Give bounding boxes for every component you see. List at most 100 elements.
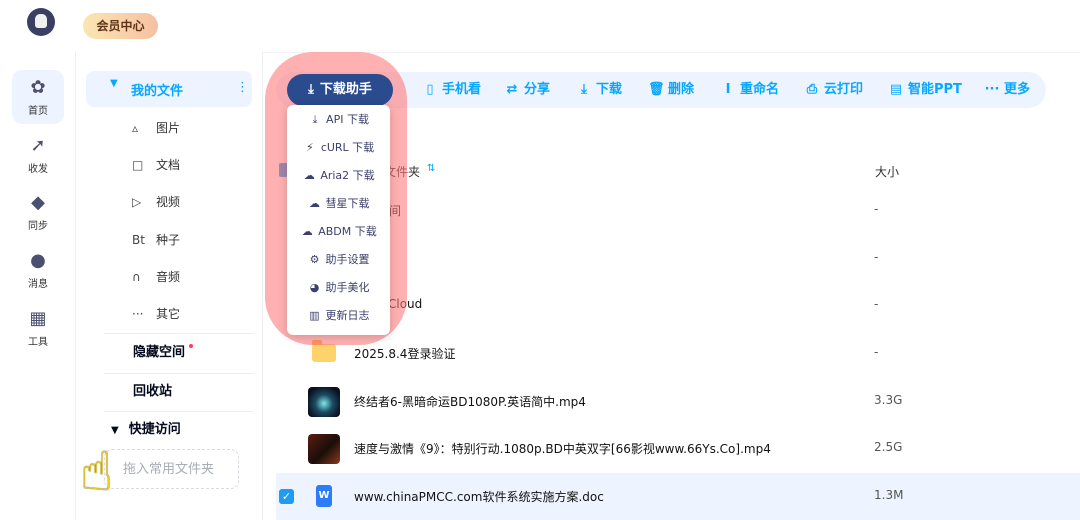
more-icon: ··· [984, 82, 1000, 97]
video-thumbnail [308, 434, 340, 464]
folder-icon [312, 340, 336, 362]
nav-sync[interactable]: ◆ 同步 [12, 185, 64, 239]
nav-tools-label: 工具 [28, 337, 48, 348]
pointer-hand-icon: ☝ [80, 440, 113, 503]
menu-item-changelog[interactable]: ▥ 更新日志 [287, 302, 390, 330]
message-icon: ● [30, 250, 46, 271]
row-checkbox-checked[interactable]: ✓ [279, 489, 294, 504]
image-icon: ▵ [132, 121, 139, 135]
settings-icon: ⚙ [309, 253, 320, 266]
nav-home[interactable]: ✿ 首页 [12, 70, 64, 124]
menu-item-helper-theme[interactable]: ◕ 助手美化 [287, 274, 390, 302]
share-icon: ⇄ [506, 82, 518, 97]
file-size: - [874, 345, 879, 359]
download-icon: ⤓ [581, 82, 587, 97]
file-size: 1.3M [874, 488, 904, 502]
file-size: 2.5G [874, 440, 903, 454]
category-other[interactable]: ··· 其它 [132, 296, 242, 332]
tools-icon: ▦ [29, 308, 47, 329]
top-bar: 会员中心 [0, 0, 1080, 53]
download-icon: ⤓ [312, 113, 318, 126]
download-button[interactable]: ⤓ 下载 [576, 72, 622, 108]
download-helper-button[interactable]: ⤓ 下载助手 [287, 74, 393, 106]
nav-message-label: 消息 [28, 279, 48, 290]
menu-item-api-download[interactable]: ⤓ API 下载 [287, 106, 390, 134]
cloud-download-icon: ☁ [301, 225, 313, 238]
file-size: - [874, 297, 879, 311]
new-dot [189, 344, 194, 348]
rename-button[interactable]: Ⅰ 重命名 [720, 72, 779, 108]
nav-message[interactable]: ● 消息 [12, 243, 64, 297]
download-helper-menu: ⤓ API 下载 ⚡ cURL 下载 ☁ Aria2 下载 ☁ 彗星下载 ☁ ABDM 下… [287, 105, 390, 335]
cloud-print-button[interactable]: ⎙ 云打印 [804, 72, 863, 108]
table-row[interactable]: 终结者6-黑暗命运BD1080P.英语简中.mp4 3.3G [276, 378, 1080, 425]
torrent-icon: Bt [132, 233, 145, 247]
category-audio[interactable]: ∩ 音频 [132, 259, 242, 295]
hidden-space[interactable]: 隐藏空间 [133, 335, 194, 371]
transfer-icon: ➚ [30, 135, 46, 156]
sort-icon[interactable]: ⇅ [427, 163, 435, 174]
menu-item-comet-download[interactable]: ☁ 彗星下载 [287, 190, 390, 218]
share-button[interactable]: ⇄ 分享 [504, 72, 550, 108]
audio-icon: ∩ [132, 270, 141, 284]
file-size: 3.3G [874, 393, 903, 407]
quick-access[interactable]: ▼ 快捷访问 [111, 412, 181, 448]
smart-ppt-button[interactable]: ▤ 智能PPT [888, 72, 962, 108]
table-row-selected[interactable]: ✓ W www.chinaPMCC.com软件系统实施方案.doc 1.3M [276, 473, 1080, 520]
vip-center-button[interactable]: 会员中心 [83, 13, 158, 39]
menu-item-abdm-download[interactable]: ☁ ABDM 下载 [287, 218, 390, 246]
nav-home-label: 首页 [28, 106, 48, 117]
trash-icon: 🗑 [648, 82, 665, 97]
home-icon: ✿ [30, 77, 46, 98]
cloud-download-icon: ☁ [303, 169, 315, 182]
log-icon: ▥ [309, 309, 320, 322]
more-vertical-icon[interactable]: ⋮ [236, 80, 249, 95]
phone-view-button[interactable]: ▯ 手机看 [422, 72, 481, 108]
palette-icon: ◕ [309, 281, 320, 294]
word-doc-icon: W [316, 485, 332, 507]
sync-icon: ◆ [31, 192, 45, 213]
more-button[interactable]: ··· 更多 [984, 72, 1030, 108]
print-icon: ⎙ [806, 82, 818, 97]
phone-icon: ▯ [426, 82, 434, 97]
file-size: - [874, 202, 879, 216]
divider [104, 373, 254, 374]
delete-button[interactable]: 🗑 删除 [648, 72, 694, 108]
nav-sync-label: 同步 [28, 221, 48, 232]
doc-icon: □ [132, 158, 144, 172]
video-thumbnail [308, 387, 340, 417]
category-video[interactable]: ▷ 视频 [132, 184, 242, 220]
caret-down-icon: ▼ [111, 425, 119, 436]
nav-tools[interactable]: ▦ 工具 [12, 301, 64, 355]
file-size: - [874, 250, 879, 264]
ppt-icon: ▤ [889, 82, 903, 97]
my-files-label: 我的文件 [131, 84, 184, 99]
category-images[interactable]: ▵ 图片 [132, 110, 242, 146]
other-icon: ··· [132, 307, 144, 321]
nav-transfer[interactable]: ➚ 收发 [12, 128, 64, 182]
my-files-item[interactable]: ▼ 我的文件 ⋮ [86, 71, 252, 107]
menu-item-curl-download[interactable]: ⚡ cURL 下载 [287, 134, 390, 162]
category-docs[interactable]: □ 文档 [132, 147, 242, 183]
recycle-bin[interactable]: 回收站 [133, 373, 172, 411]
avatar[interactable] [27, 8, 55, 36]
header-size[interactable]: 大小 [875, 163, 899, 180]
menu-item-helper-settings[interactable]: ⚙ 助手设置 [287, 246, 390, 274]
download-icon: ⤓ [308, 82, 314, 97]
rename-icon: Ⅰ [725, 82, 731, 97]
file-name: 速度与激情《9》：特别行动.1080p.BD中英双字[66影视www.66Ys.… [354, 442, 771, 456]
file-name: 2025.8.4登录验证 [354, 347, 456, 361]
cloud-download-icon: ☁ [309, 197, 320, 210]
table-row[interactable]: 速度与激情《9》：特别行动.1080p.BD中英双字[66影视www.66Ys.… [276, 425, 1080, 472]
plug-icon: ⚡ [305, 141, 314, 154]
menu-item-aria2-download[interactable]: ☁ Aria2 下载 [287, 162, 390, 190]
divider [104, 333, 254, 334]
category-torrent[interactable]: Bt 种子 [132, 222, 242, 258]
video-icon: ▷ [132, 195, 142, 209]
file-name: 终结者6-黑暗命运BD1080P.英语简中.mp4 [354, 395, 586, 409]
caret-down-icon: ▼ [110, 78, 118, 89]
file-name: www.chinaPMCC.com软件系统实施方案.doc [354, 490, 604, 504]
table-row[interactable]: 2025.8.4登录验证 - [276, 330, 1080, 377]
left-nav: ✿ 首页 ➚ 收发 ◆ 同步 ● 消息 ▦ 工具 [0, 52, 76, 520]
nav-transfer-label: 收发 [28, 164, 48, 175]
